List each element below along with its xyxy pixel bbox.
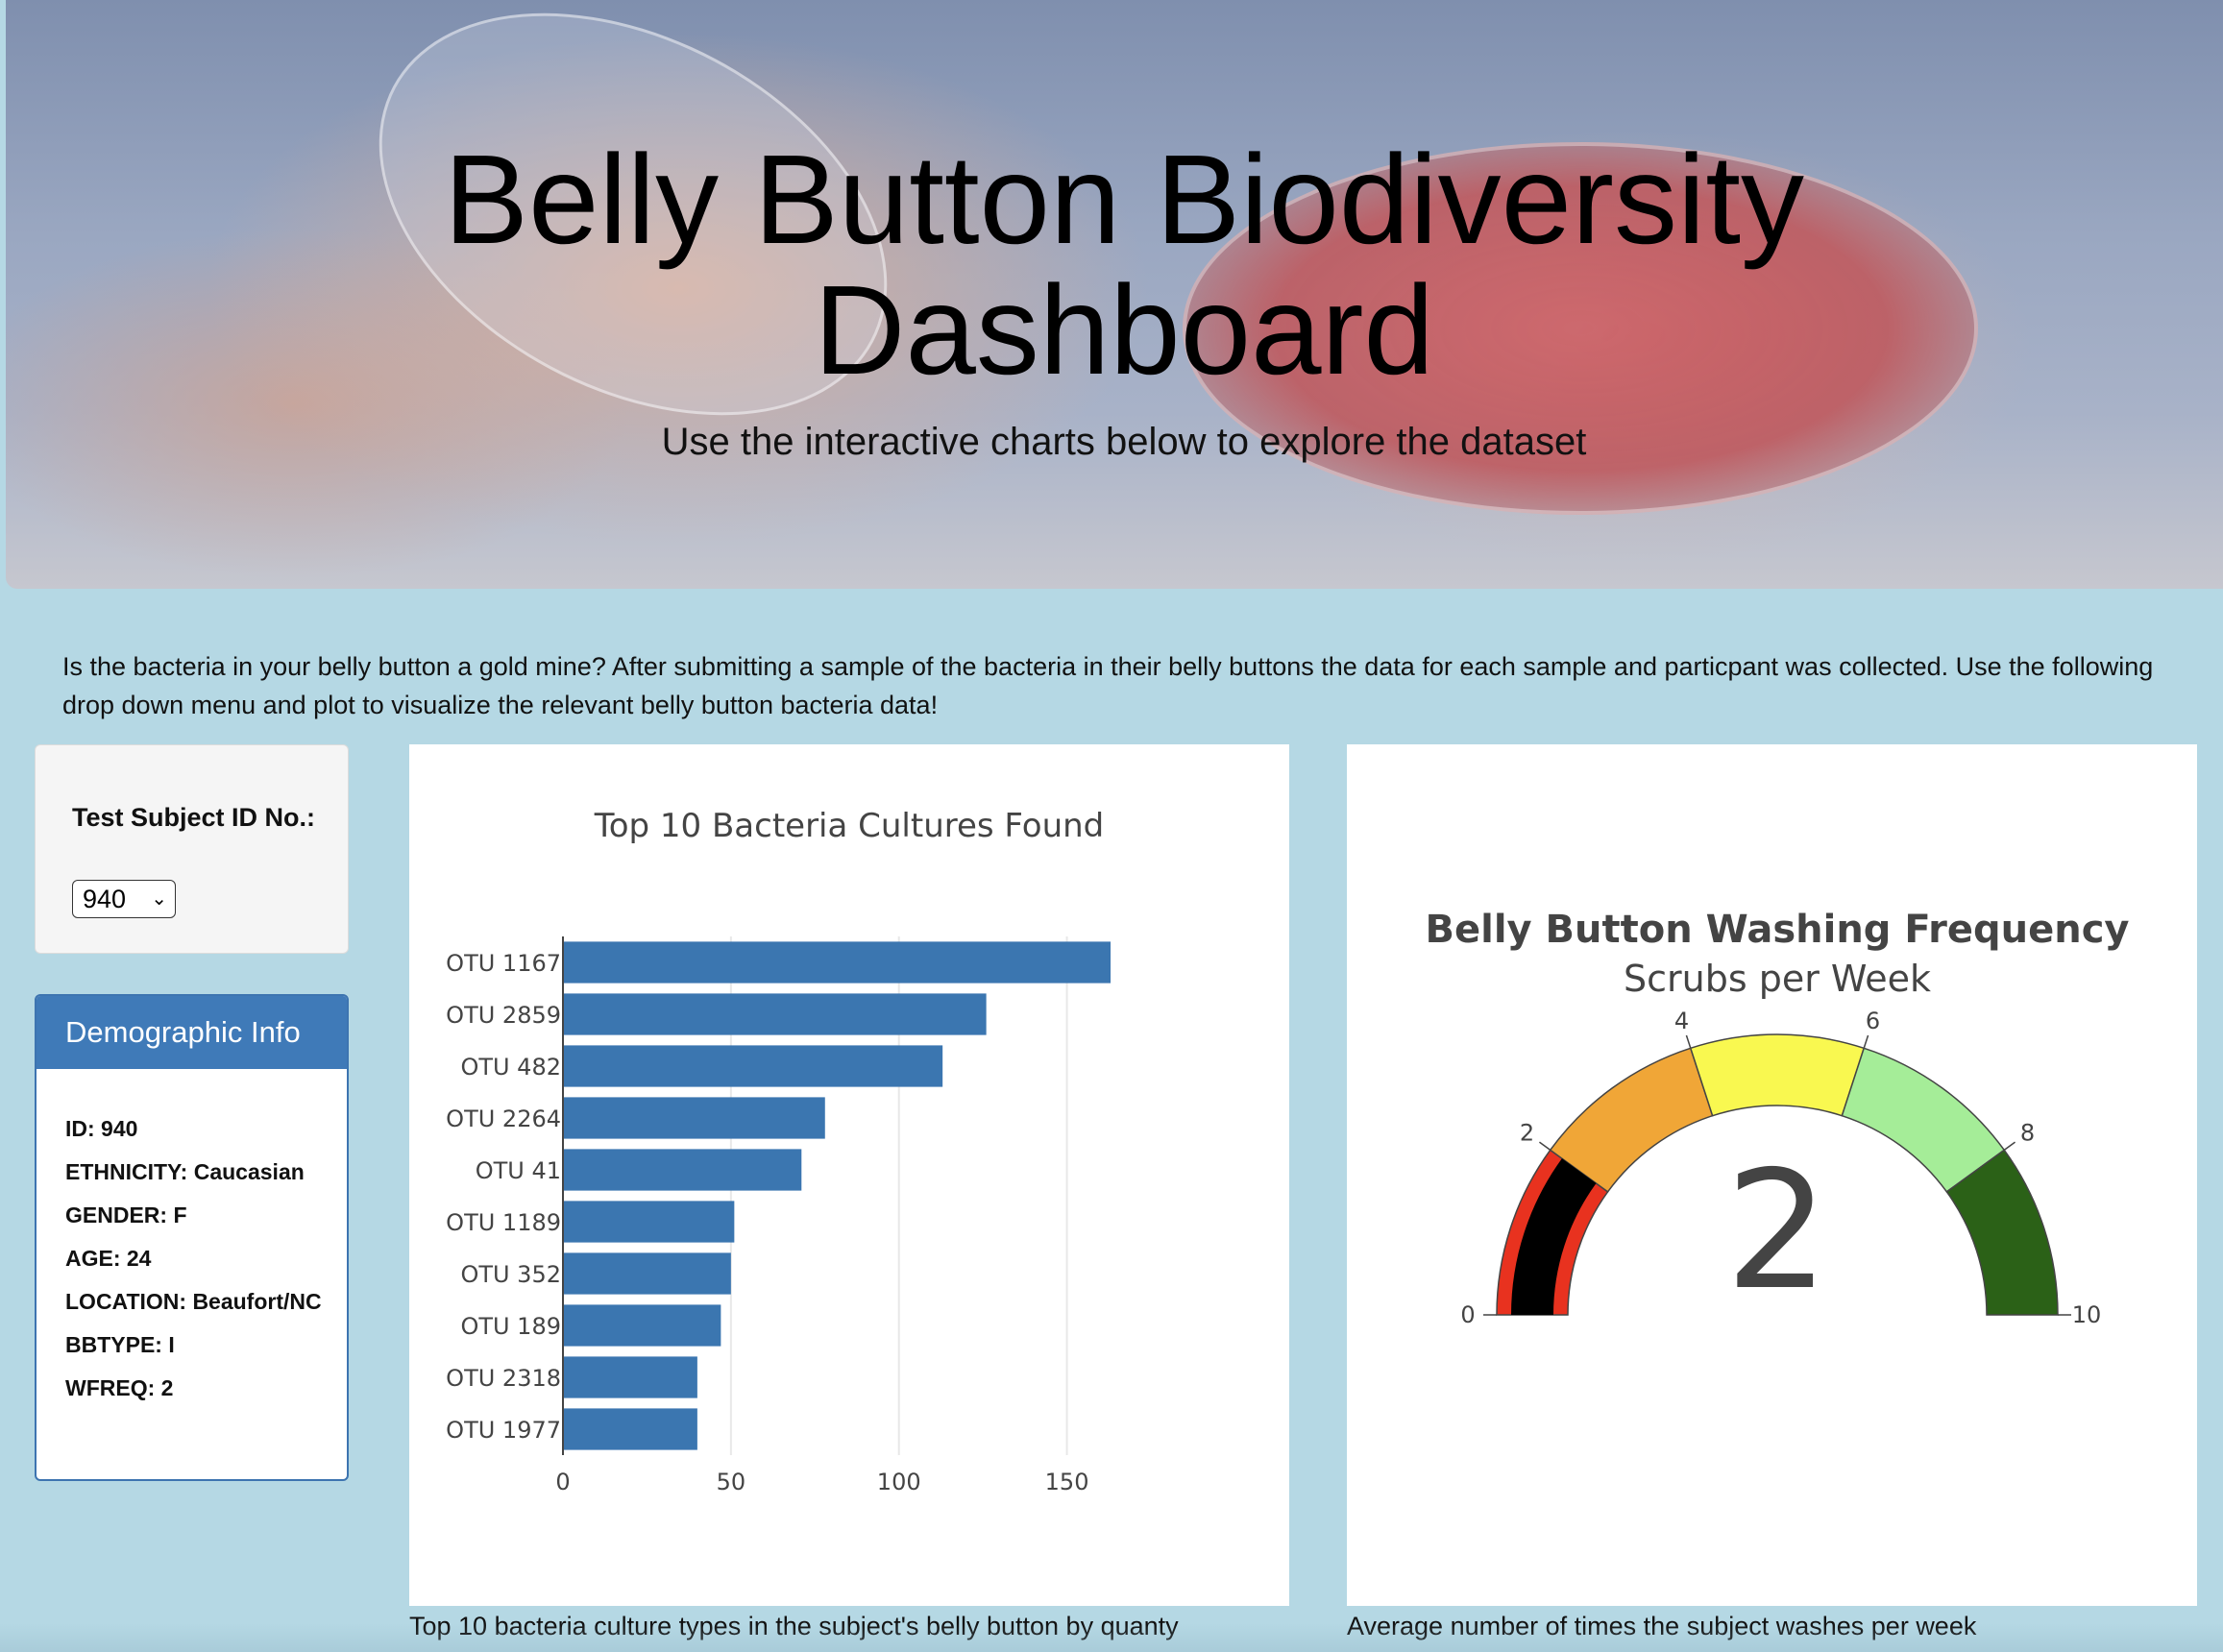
gauge-tick-label: 4 [1674, 1008, 1689, 1034]
demo-bbtype: BBTYPE: I [65, 1332, 175, 1357]
bar [563, 941, 1112, 984]
subject-id-selected: 940 [83, 885, 127, 913]
bar-chart-card[interactable]: Top 10 Bacteria Cultures Found 0 50 100 150 O… [409, 744, 1289, 1606]
gauge-tick [1685, 1034, 1692, 1049]
gauge-tick-label: 2 [1520, 1120, 1534, 1147]
gauge-tick-label: 0 [1460, 1301, 1475, 1328]
subject-select-label: Test Subject ID No.: [72, 803, 316, 832]
bar [563, 1097, 825, 1139]
y-tick-label: OTU 482 [460, 1054, 561, 1081]
demographic-panel: Demographic Info ID: 940 ETHNICITY: Cauc… [35, 994, 349, 1481]
chevron-down-icon: ⌄ [151, 888, 167, 910]
y-tick-label: OTU 352 [460, 1261, 561, 1288]
y-tick-label: OTU 2859 [446, 1002, 561, 1029]
bar-chart-title: Top 10 Bacteria Cultures Found [594, 807, 1105, 845]
demo-gender: GENDER: F [65, 1203, 187, 1227]
gauge-tick-label: 6 [1866, 1008, 1880, 1034]
intro-text: Is the bacteria in your belly button a g… [62, 652, 2154, 719]
subject-select-panel: Test Subject ID No.: 940 ⌄ [35, 744, 349, 954]
y-tick-label: OTU 2318 [446, 1365, 561, 1392]
page-subtitle: Use the interactive charts below to expl… [661, 421, 1587, 463]
x-tick-label: 150 [1045, 1469, 1089, 1495]
subject-id-dropdown[interactable]: 940 ⌄ [72, 880, 176, 918]
gauge-tick-label: 10 [2072, 1301, 2102, 1328]
y-tick-label: OTU 1189 [446, 1209, 561, 1236]
gauge-value: 2 [1725, 1136, 1829, 1326]
bar [563, 1045, 943, 1087]
gauge-tick [2003, 1141, 2016, 1151]
bar [563, 1408, 697, 1450]
bar [563, 1356, 697, 1398]
y-tick-label: OTU 1977 [446, 1417, 561, 1444]
gauge-chart[interactable]: Belly Button Washing Frequency Scrubs per… [1347, 744, 2197, 1606]
gauge-subtitle: Scrubs per Week [1624, 958, 1931, 1000]
y-tick-label: OTU 1167 [446, 950, 561, 977]
gauge-tick-label: 8 [2020, 1120, 2035, 1147]
bar-chart[interactable]: Top 10 Bacteria Cultures Found 0 50 100 150 O… [409, 744, 1289, 1606]
gauge-tick [1863, 1034, 1869, 1049]
demo-location: LOCATION: Beaufort/NC [65, 1289, 322, 1314]
bar [563, 1149, 802, 1191]
page-title: Belly Button Biodiversity Dashboard [0, 134, 2223, 396]
x-tick-label: 0 [555, 1469, 570, 1495]
x-tick-label: 50 [717, 1469, 746, 1495]
demographic-header: Demographic Info [37, 996, 347, 1069]
page-title-line1: Belly Button Biodiversity [444, 129, 1804, 270]
page-title-line2: Dashboard [814, 259, 1434, 401]
bar [563, 993, 987, 1035]
demo-age: AGE: 24 [65, 1246, 152, 1271]
gauge-step [1689, 1033, 1866, 1117]
bar [563, 1201, 735, 1243]
bar [563, 1304, 721, 1347]
gauge-tick [1538, 1141, 1551, 1151]
bar [563, 1252, 731, 1295]
demographic-body: ID: 940 ETHNICITY: Caucasian GENDER: F A… [65, 1116, 334, 1419]
y-tick-label: OTU 189 [460, 1313, 561, 1340]
gauge-chart-card[interactable]: Belly Button Washing Frequency Scrubs per… [1347, 744, 2197, 1606]
gauge-title: Belly Button Washing Frequency [1426, 908, 2130, 952]
y-tick-label: OTU 2264 [446, 1105, 561, 1132]
y-tick-label: OTU 41 [476, 1157, 561, 1184]
demo-ethnicity: ETHNICITY: Caucasian [65, 1159, 305, 1184]
x-tick-label: 100 [877, 1469, 921, 1495]
demo-id: ID: 940 [65, 1116, 138, 1141]
demo-wfreq: WFREQ: 2 [65, 1375, 174, 1400]
